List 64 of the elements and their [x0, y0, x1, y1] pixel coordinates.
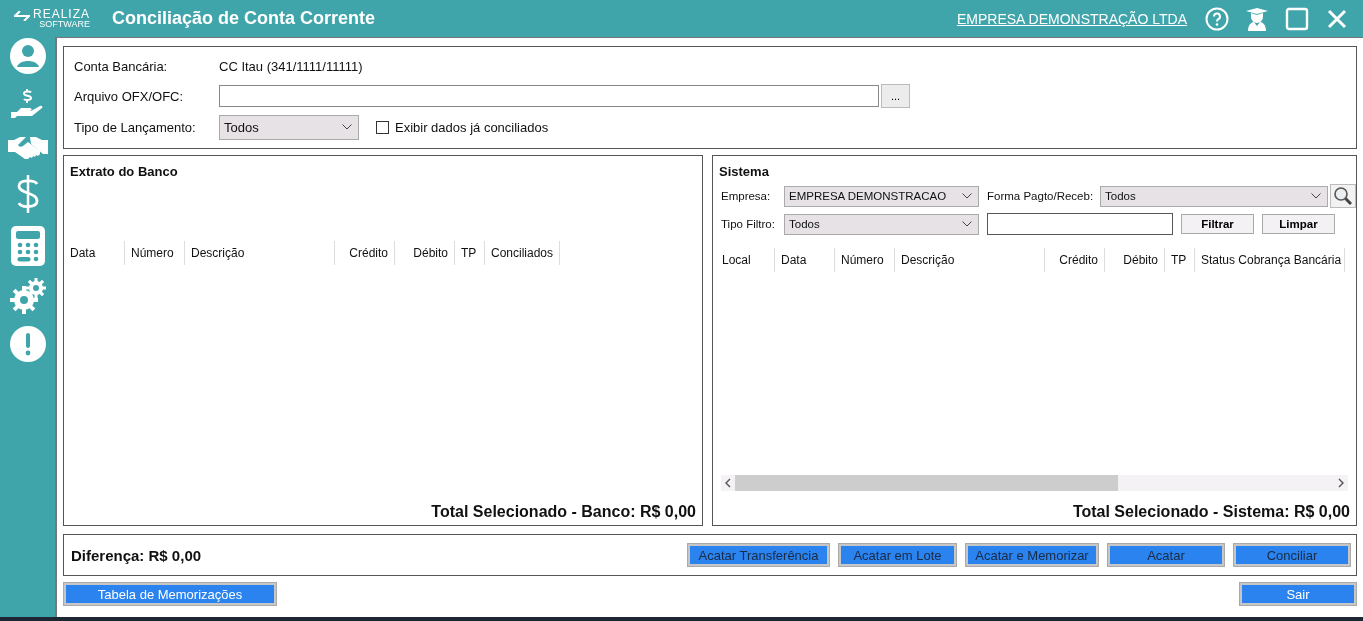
- column-header[interactable]: Descrição: [185, 241, 335, 265]
- field-label: Arquivo OFX/OFC:: [74, 88, 185, 104]
- window-title: Conciliação de Conta Corrente: [112, 8, 376, 29]
- file-path-field[interactable]: [219, 85, 879, 107]
- field-label: Forma Pagto/Receb:: [987, 190, 1095, 202]
- gears-icon[interactable]: [9, 278, 46, 314]
- column-header[interactable]: Descrição: [895, 248, 1045, 272]
- action-button[interactable]: Acatar: [1108, 544, 1224, 566]
- panel-title: Extrato do Banco: [69, 164, 179, 179]
- dollar-icon[interactable]: [15, 174, 40, 214]
- difference-total: Diferença: R$ 0,00: [71, 546, 202, 564]
- browse-button[interactable]: ...: [881, 84, 910, 108]
- chevron-icon: [962, 193, 972, 199]
- handshake-icon[interactable]: [7, 134, 48, 162]
- field-label: Tipo Filtro:: [721, 218, 776, 230]
- search-button[interactable]: [1330, 184, 1356, 208]
- alert-icon[interactable]: [9, 326, 46, 362]
- panel-title: Sistema: [718, 164, 770, 179]
- field-label: Conta Bancária:: [74, 59, 169, 74]
- column-header[interactable]: Número: [835, 248, 895, 272]
- action-button[interactable]: Acatar Transferência: [688, 544, 829, 566]
- column-header[interactable]: Data: [775, 248, 835, 272]
- column-header[interactable]: Data: [64, 241, 125, 265]
- column-header[interactable]: Número: [125, 241, 185, 265]
- bank-total: Total Selecionado - Banco: R$ 0,00: [431, 503, 697, 522]
- company-dropdown[interactable]: EMPRESA DEMONSTRACAO: [784, 185, 979, 207]
- column-header[interactable]: Débito: [395, 241, 455, 265]
- horizontal-scrollbar[interactable]: [721, 475, 1348, 491]
- column-header[interactable]: Crédito: [335, 241, 395, 265]
- column-header[interactable]: Crédito: [1045, 248, 1105, 272]
- exit-button[interactable]: Sair: [1240, 583, 1356, 605]
- user-icon[interactable]: [9, 38, 46, 74]
- chevron-icon: [1311, 193, 1321, 199]
- chevron-icon: [962, 221, 972, 227]
- filter-type-dropdown[interactable]: Todos: [784, 213, 979, 235]
- payment-dropdown[interactable]: Todos: [1100, 185, 1328, 207]
- entry-type-dropdown[interactable]: Todos: [219, 114, 359, 140]
- action-button[interactable]: Acatar em Lote: [839, 544, 956, 566]
- checkbox-label: Exibir dados já conciliados: [395, 119, 549, 135]
- scroll-right-icon[interactable]: [1338, 478, 1344, 488]
- logo: REALIZA SOFTWARE: [14, 8, 96, 29]
- column-header[interactable]: Local: [716, 248, 775, 272]
- action-button[interactable]: Conciliar: [1234, 544, 1350, 566]
- field-label: Empresa:: [721, 190, 772, 202]
- system-total: Total Selecionado - Sistema: R$ 0,00: [1072, 503, 1351, 522]
- column-header[interactable]: TP: [455, 241, 485, 265]
- column-header[interactable]: Conciliados: [485, 241, 560, 265]
- scroll-left-icon[interactable]: [725, 478, 731, 488]
- column-header[interactable]: Status Cobrança Bancária: [1195, 248, 1345, 272]
- memorizations-button[interactable]: Tabela de Memorizações: [64, 583, 276, 605]
- column-header[interactable]: Débito: [1105, 248, 1165, 272]
- field-label: Tipo de Lançamento:: [74, 119, 197, 135]
- checkbox[interactable]: [376, 120, 389, 134]
- maximize-icon[interactable]: [1285, 6, 1309, 31]
- help-icon[interactable]: [1205, 6, 1229, 31]
- chevron-icon: [342, 124, 352, 130]
- calculator-icon[interactable]: [10, 226, 45, 266]
- action-button[interactable]: Acatar e Memorizar: [966, 544, 1098, 566]
- filter-field[interactable]: [987, 213, 1173, 235]
- clear-button[interactable]: Limpar: [1262, 214, 1335, 234]
- column-header[interactable]: TP: [1165, 248, 1195, 272]
- graduate-icon[interactable]: [1245, 6, 1269, 31]
- filter-button[interactable]: Filtrar: [1181, 214, 1254, 234]
- account-value: CC Itau (341/1111/11111): [219, 59, 363, 74]
